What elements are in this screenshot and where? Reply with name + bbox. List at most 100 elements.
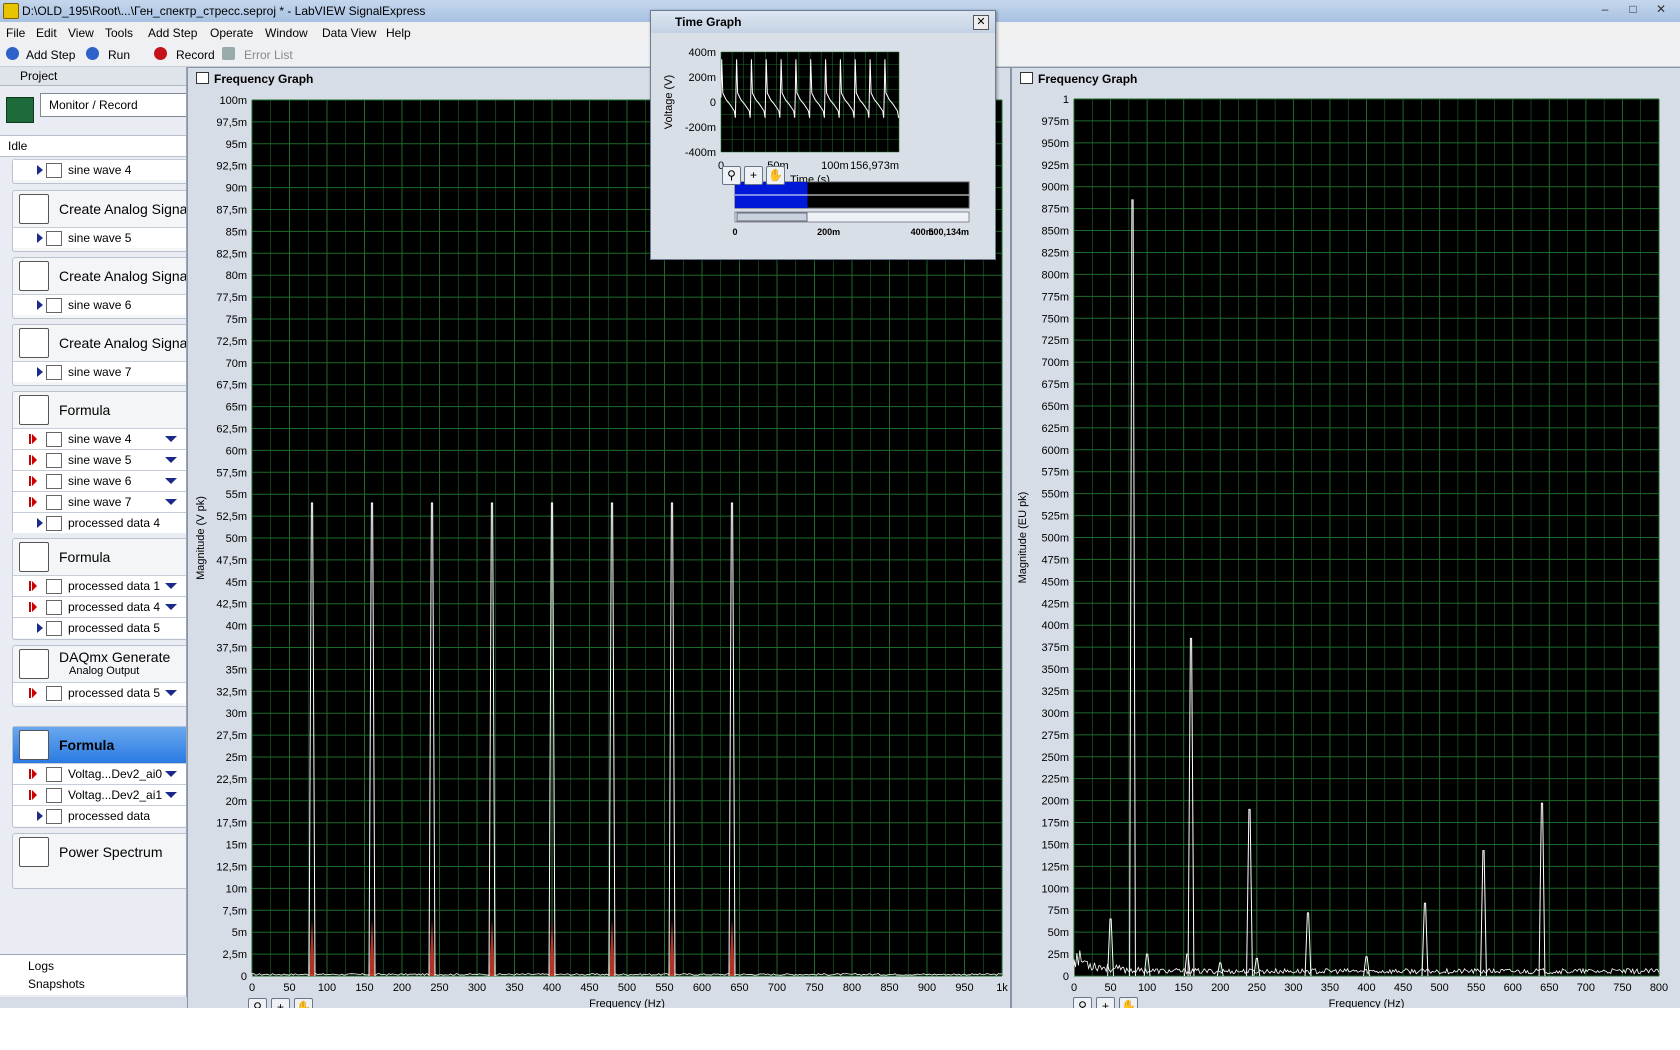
y-tick-label: 50m: [1048, 927, 1069, 939]
menu-add-step[interactable]: Add Step: [148, 26, 197, 40]
y-tick-label: 350m: [1041, 664, 1069, 676]
channel-row[interactable]: processed data 4: [13, 596, 186, 617]
x-tick-label: 150: [355, 982, 373, 994]
input-arrow-icon: [32, 688, 37, 698]
x-tick-label: 650: [1540, 982, 1558, 994]
step-header[interactable]: DAQmx Generate Analog Output: [13, 646, 186, 682]
step-header[interactable]: Create Analog Signal: [13, 258, 186, 294]
minimize-button[interactable]: –: [1592, 0, 1618, 18]
y-tick-label: 1: [1063, 94, 1069, 106]
chevron-down-icon[interactable]: [165, 604, 177, 610]
menu-file[interactable]: File: [6, 26, 25, 40]
step-header[interactable]: Power Spectrum: [13, 834, 186, 870]
tree-item-snapshots[interactable]: Snapshots: [28, 977, 85, 991]
channel-row[interactable]: sine wave 4: [13, 159, 186, 180]
channel-row[interactable]: sine wave 7: [13, 361, 186, 382]
y-tick-label: 375m: [1041, 642, 1069, 654]
time-graph-titlebar[interactable]: Time Graph ✕: [651, 11, 995, 33]
time-graph-window[interactable]: Time Graph ✕ 400m200m0-200m-400m050m100m…: [650, 10, 996, 260]
chevron-down-icon[interactable]: [165, 690, 177, 696]
channel-row[interactable]: sine wave 5: [13, 227, 186, 248]
waveform-icon: [46, 767, 62, 782]
menu-window[interactable]: Window: [265, 26, 308, 40]
channel-row[interactable]: processed data 4: [13, 512, 186, 533]
step-header[interactable]: Formula: [13, 539, 186, 575]
maximize-button[interactable]: □: [1620, 0, 1646, 18]
y-tick-label: 67,5m: [216, 380, 247, 392]
channel-label: processed data 5: [68, 621, 161, 635]
step-icon: [19, 542, 49, 572]
step-create-analog-signal[interactable]: Create Analog Signal sine wave 6: [12, 257, 186, 319]
channel-row[interactable]: sine wave 4: [13, 428, 186, 449]
y-tick-label: 42,5m: [216, 599, 247, 611]
step-formula[interactable]: Formula processed data 1 processed data 4 p…: [12, 538, 186, 640]
channel-row[interactable]: Voltag...Dev2_ai1: [13, 784, 186, 805]
x-tick-label: 950: [955, 982, 973, 994]
step-header[interactable]: Formula: [13, 392, 186, 428]
channel-row[interactable]: processed data 5: [13, 617, 186, 638]
close-icon[interactable]: ✕: [973, 15, 989, 30]
record-button[interactable]: Record: [176, 48, 215, 62]
step-create-analog-signal[interactable]: Create Analog Signal sine wave 5: [12, 190, 186, 252]
chevron-down-icon[interactable]: [165, 478, 177, 484]
menu-view[interactable]: View: [68, 26, 94, 40]
cursor-tool[interactable]: +: [744, 166, 763, 185]
menu-edit[interactable]: Edit: [36, 26, 57, 40]
chevron-down-icon[interactable]: [165, 499, 177, 505]
channel-row[interactable]: processed data 1: [13, 575, 186, 596]
step-name: Formula: [59, 402, 111, 418]
step-header[interactable]: Create Analog Signal: [13, 325, 186, 361]
menu-tools[interactable]: Tools: [105, 26, 133, 40]
channel-row[interactable]: sine wave 5: [13, 449, 186, 470]
y-tick-label: -200m: [685, 122, 716, 134]
scrollbar-thumb: [736, 212, 808, 222]
chevron-down-icon[interactable]: [165, 771, 177, 777]
step-continued[interactable]: sine wave 4: [12, 159, 186, 184]
step-header[interactable]: Formula: [13, 727, 186, 763]
channel-label: processed data 4: [68, 516, 161, 530]
chevron-down-icon[interactable]: [165, 436, 177, 442]
step-header[interactable]: Create Analog Signal: [13, 191, 186, 227]
step-create-analog-signal[interactable]: Create Analog Signal sine wave 7: [12, 324, 186, 386]
close-button[interactable]: ✕: [1648, 0, 1674, 18]
y-tick-label: 47,5m: [216, 555, 247, 567]
channel-row[interactable]: processed data: [13, 805, 186, 826]
x-tick-label: 450: [580, 982, 598, 994]
mode-selector[interactable]: Monitor / Record: [40, 93, 186, 117]
menu-operate[interactable]: Operate: [210, 26, 253, 40]
input-bar-icon: [29, 455, 31, 465]
channel-row[interactable]: sine wave 6: [13, 470, 186, 491]
waveform-icon: [46, 432, 62, 447]
channel-row[interactable]: processed data 5: [13, 682, 186, 703]
add-step-button[interactable]: Add Step: [26, 48, 75, 62]
step-formula[interactable]: Formula sine wave 4 sine wave 5 sine wave 6…: [12, 391, 186, 533]
zoom-tool[interactable]: ⚲: [722, 166, 741, 185]
y-tick-label: 175m: [1041, 818, 1069, 830]
run-button[interactable]: Run: [108, 48, 130, 62]
menu-help[interactable]: Help: [386, 26, 411, 40]
chevron-down-icon[interactable]: [165, 583, 177, 589]
status-bar: Idle: [0, 135, 186, 157]
project-header[interactable]: Project: [0, 67, 186, 86]
error-list-button[interactable]: Error List: [244, 48, 293, 62]
tree-item-logs[interactable]: Logs: [28, 959, 54, 973]
step-power-spectrum[interactable]: Power Spectrum: [12, 833, 186, 889]
chevron-down-icon[interactable]: [165, 457, 177, 463]
y-tick-label: 925m: [1041, 160, 1069, 172]
channel-row[interactable]: sine wave 6: [13, 294, 186, 315]
channel-label: processed data 4: [68, 600, 161, 614]
step-formula[interactable]: Formula Voltag...Dev2_ai0 Voltag...Dev2_ai…: [12, 726, 186, 828]
step-daqmx-generate[interactable]: DAQmx Generate Analog Output processed dat…: [12, 645, 186, 707]
x-tick-label: 750: [805, 982, 823, 994]
pan-tool[interactable]: ✋: [766, 166, 785, 185]
chevron-down-icon[interactable]: [165, 792, 177, 798]
channel-row[interactable]: sine wave 7: [13, 491, 186, 512]
channel-row[interactable]: Voltag...Dev2_ai0: [13, 763, 186, 784]
y-tick-label: 75m: [226, 314, 247, 326]
y-tick-label: 675m: [1041, 379, 1069, 391]
input-bar-icon: [29, 769, 31, 779]
y-tick-label: 25m: [226, 752, 247, 764]
menu-data-view[interactable]: Data View: [322, 26, 376, 40]
overview-tick-label: 0: [732, 227, 737, 237]
add-step-icon: [6, 47, 19, 60]
